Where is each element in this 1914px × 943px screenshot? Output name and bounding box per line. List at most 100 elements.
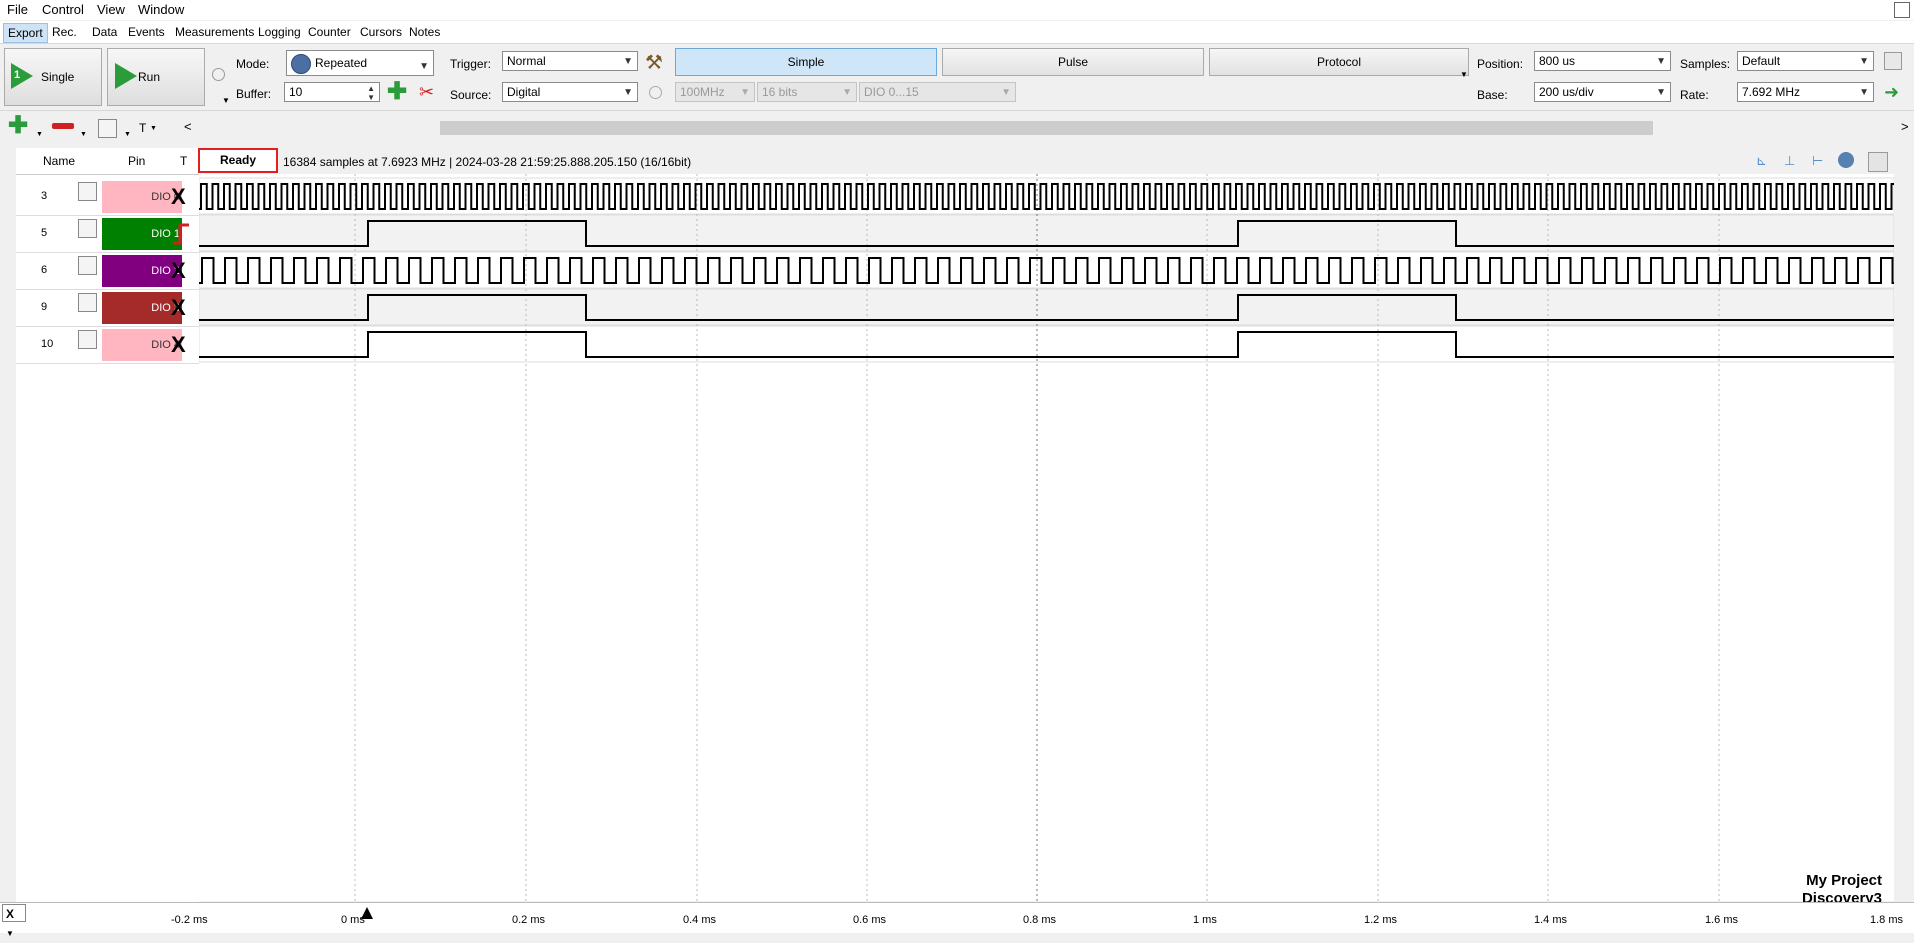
x-axis-button[interactable]: X ▼ (2, 904, 26, 938)
dio-range-value: DIO 0...15 (864, 85, 919, 99)
menu-view[interactable]: View (97, 2, 125, 17)
channel-row[interactable]: 10 DIO 4X (16, 326, 199, 364)
axis-tick-label: 1 ms (1193, 914, 1217, 926)
tab-data[interactable]: Data (88, 23, 121, 41)
trigger-position-marker[interactable] (361, 907, 373, 919)
settings-icon[interactable] (1884, 52, 1902, 70)
trigger-none-icon[interactable]: X (171, 184, 186, 210)
cursor-center-icon[interactable]: ⊥ (1784, 153, 1795, 169)
add-icon[interactable]: ✚ (387, 80, 407, 104)
settings-icon[interactable] (1868, 152, 1888, 172)
trigger-none-icon[interactable]: X (171, 258, 186, 284)
single-button[interactable]: 1 Single (4, 48, 102, 106)
edit-icon[interactable] (98, 119, 117, 138)
gear-icon[interactable] (212, 68, 225, 81)
edit-icon[interactable] (78, 330, 97, 349)
samples-value: Default (1742, 54, 1781, 68)
run-button[interactable]: Run (107, 48, 205, 106)
rising-edge-icon[interactable] (171, 221, 191, 253)
bits-select: 16 bits ▼ (757, 82, 857, 102)
plot-area[interactable] (198, 174, 1895, 901)
channel-row[interactable]: 3 DIO 0X (16, 178, 199, 216)
dio-range-select: DIO 0...15 ▼ (859, 82, 1016, 102)
trigger-select[interactable]: Normal ▼ (502, 51, 638, 71)
base-select[interactable]: 200 us/div ▼ (1534, 82, 1671, 102)
tab-counter[interactable]: Counter (304, 23, 355, 41)
edit-icon[interactable] (78, 256, 97, 275)
trigger-none-icon[interactable]: X (171, 332, 186, 358)
scissors-icon[interactable]: ✂ (419, 82, 434, 102)
tab-notes[interactable]: Notes (405, 23, 444, 41)
channel-row[interactable]: 9 DIO 3X (16, 289, 199, 327)
remove-channel-icon[interactable] (52, 123, 74, 129)
dropdown-arrow-icon[interactable]: ▼ (150, 125, 157, 132)
position-label: Position: (1477, 57, 1524, 71)
scroll-left-button[interactable]: < (184, 119, 192, 134)
add-channel-icon[interactable]: ✚ (8, 114, 28, 138)
channel-number: 9 (41, 301, 48, 313)
base-label: Base: (1477, 88, 1508, 102)
dropdown-arrow-icon[interactable]: ▼ (1460, 70, 1468, 79)
channel-number: 10 (41, 338, 54, 350)
left-margin (0, 148, 16, 902)
gear-icon[interactable] (649, 86, 662, 99)
menu-bar: File Control View Window (0, 0, 1914, 20)
samples-select[interactable]: Default ▼ (1737, 51, 1874, 71)
simple-trigger-button[interactable]: Simple (675, 48, 937, 76)
arrow-right-icon[interactable]: ➜ (1884, 83, 1899, 101)
menu-window[interactable]: Window (138, 2, 184, 17)
hammer-icon[interactable]: ⚒ (645, 50, 663, 75)
trigger-label: Trigger: (450, 57, 491, 71)
tab-rec[interactable]: Rec. (48, 23, 81, 41)
axis-tick-label: 1.2 ms (1364, 914, 1398, 926)
horizontal-scrollbar[interactable] (440, 121, 1653, 135)
tab-logging[interactable]: Logging (254, 23, 305, 41)
t-menu[interactable]: T (139, 121, 146, 135)
channel-row[interactable]: 5 DIO 1 (16, 215, 199, 253)
edit-icon[interactable] (78, 293, 97, 312)
source-select[interactable]: Digital ▼ (502, 82, 638, 102)
mode-value: Repeated (315, 56, 368, 70)
rate-select[interactable]: 7.692 MHz ▼ (1737, 82, 1874, 102)
buffer-spinner[interactable]: 10 ▲ ▼ (284, 82, 380, 102)
tab-cursors[interactable]: Cursors (356, 23, 406, 41)
zoom-icon[interactable] (1838, 152, 1854, 168)
dropdown-arrow-icon[interactable]: ▼ (80, 131, 87, 138)
cursor-right-icon[interactable]: ⊢ (1812, 153, 1823, 169)
protocol-trigger-button[interactable]: Protocol (1209, 48, 1469, 76)
axis-tick-label: 0.4 ms (683, 914, 717, 926)
channel-number: 5 (41, 227, 48, 239)
acquisition-info: 16384 samples at 7.6923 MHz | 2024-03-28… (283, 155, 692, 169)
mode-select[interactable]: Repeated ▼ (286, 50, 434, 76)
edit-icon[interactable] (78, 182, 97, 201)
restore-window-icon[interactable] (1894, 2, 1910, 18)
tab-strip: Export Rec. Data Events Measurements Log… (0, 21, 1914, 44)
tab-measurements[interactable]: Measurements (171, 23, 258, 41)
axis-tick-label: -0.2 ms (171, 914, 208, 926)
dropdown-arrow-icon[interactable]: ▼ (222, 96, 230, 105)
cursor-left-icon[interactable]: ⊾ (1756, 153, 1767, 169)
tab-export[interactable]: Export (3, 23, 48, 43)
channel-pin: DIO 0 (102, 181, 182, 213)
channel-header: Name Pin T (16, 148, 200, 175)
scroll-right-button[interactable]: > (1901, 119, 1909, 134)
position-select[interactable]: 800 us ▼ (1534, 51, 1671, 71)
trigger-none-icon[interactable]: X (171, 295, 186, 321)
channel-row[interactable]: 6 DIO 2X (16, 252, 199, 290)
menu-file[interactable]: File (7, 2, 28, 17)
header-t: T (180, 154, 188, 168)
dropdown-arrow-icon[interactable]: ▼ (36, 131, 43, 138)
tab-events[interactable]: Events (124, 23, 169, 41)
edit-icon[interactable] (78, 219, 97, 238)
axis-tick-label: 0.8 ms (1023, 914, 1057, 926)
acquisition-toolbar: 1 Single Run ▼ Mode: Repeated ▼ Buffer: 1… (0, 44, 1914, 111)
pulse-trigger-button[interactable]: Pulse (942, 48, 1204, 76)
repeat-mode-icon (291, 54, 311, 74)
header-name: Name (43, 154, 76, 168)
trigger-value: Normal (507, 54, 546, 68)
buffer-label: Buffer: (236, 87, 272, 101)
menu-control[interactable]: Control (42, 2, 84, 17)
dropdown-arrow-icon[interactable]: ▼ (124, 131, 131, 138)
axis-tick-label: 0.2 ms (512, 914, 546, 926)
axis-tick-label: 1.4 ms (1534, 914, 1568, 926)
